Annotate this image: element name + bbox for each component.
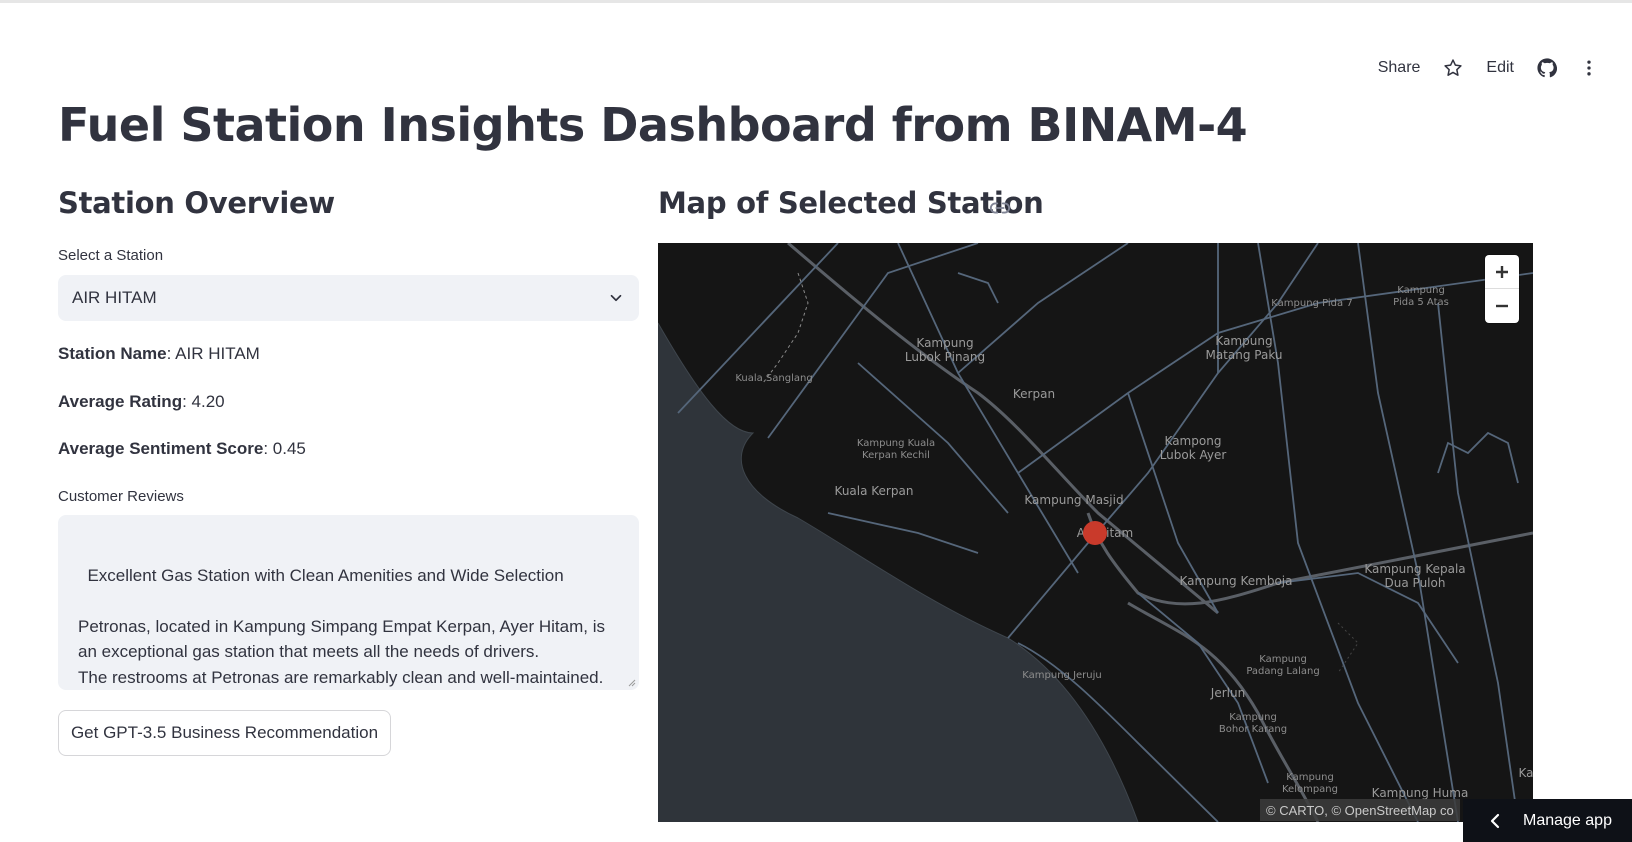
station-select-value: AIR HITAM	[72, 288, 157, 307]
map-label: Lubok Ayer	[1160, 448, 1227, 462]
map-label: Lubok Pinang	[905, 350, 985, 364]
average-sentiment-label: Average Sentiment Score	[58, 439, 264, 458]
more-vertical-icon[interactable]	[1574, 53, 1604, 83]
station-map[interactable]: Kampung Pida 7 Kampung Pida 5 Atas Kampu…	[658, 243, 1533, 822]
map-heading: Map of Selected Station	[658, 186, 1044, 220]
map-label: Kerpan Kechil	[862, 450, 930, 461]
map-label: Bohor Karang	[1219, 724, 1287, 735]
app-toolbar: Share Edit	[1366, 52, 1610, 84]
map-label: Ka	[1518, 766, 1533, 780]
map-label: Kampung	[1229, 712, 1277, 723]
map-label: Jerlun	[1210, 686, 1245, 700]
zoom-out-icon[interactable]	[1485, 289, 1519, 323]
average-sentiment-value: : 0.45	[263, 439, 306, 458]
average-sentiment-stat: Average Sentiment Score: 0.45	[58, 439, 306, 459]
map-label: Kampong	[1165, 434, 1222, 448]
resize-handle-icon[interactable]	[628, 679, 636, 687]
map-label: Kuala Sanglang	[735, 373, 812, 384]
zoom-controls	[1485, 255, 1519, 323]
map-label: Kampung Kepala	[1364, 562, 1465, 576]
map-label: Kampung	[1259, 654, 1307, 665]
map-label: Kuala Kerpan	[835, 484, 914, 498]
station-name-value: : AIR HITAM	[166, 344, 260, 363]
customer-reviews-label: Customer Reviews	[58, 488, 184, 505]
page-title: Fuel Station Insights Dashboard from BIN…	[58, 98, 1248, 152]
map-label: Pida 5 Atas	[1393, 297, 1449, 308]
customer-reviews-textarea[interactable]: Excellent Gas Station with Clean Ameniti…	[58, 515, 639, 690]
edit-button[interactable]: Edit	[1474, 59, 1526, 77]
link-icon[interactable]	[988, 197, 1012, 219]
map-label: Kelompang	[1282, 784, 1338, 795]
map-label: Matang Paku	[1205, 348, 1282, 362]
map-attribution[interactable]: © CARTO, © OpenStreetMap co	[1260, 799, 1460, 821]
chevron-down-icon	[607, 289, 625, 307]
station-name-label: Station Name	[58, 344, 167, 363]
average-rating-label: Average Rating	[58, 392, 183, 411]
map-label: Kampung Masjid	[1024, 493, 1123, 507]
gpt-recommendation-button[interactable]: Get GPT-3.5 Business Recommendation	[58, 710, 391, 756]
average-rating-stat: Average Rating: 4.20	[58, 392, 225, 412]
map-label: Padang Lalang	[1246, 666, 1319, 677]
map-label: Kampung Jeruju	[1022, 670, 1101, 681]
map-label: Kampung Kuala	[857, 438, 935, 449]
chevron-left-icon	[1489, 813, 1501, 829]
map-label: Kampung	[916, 336, 973, 350]
station-name-stat: Station Name: AIR HITAM	[58, 344, 260, 364]
top-border	[0, 0, 1632, 3]
map-label: Kerpan	[1013, 387, 1055, 401]
map-label: Kampung	[1215, 334, 1272, 348]
manage-app-button[interactable]: Manage app	[1463, 799, 1632, 842]
map-canvas: Kampung Pida 7 Kampung Pida 5 Atas Kampu…	[658, 243, 1533, 822]
star-icon[interactable]	[1438, 53, 1468, 83]
map-label: Kampung	[1286, 772, 1334, 783]
map-label: Kampung Pida 7	[1271, 298, 1352, 309]
customer-reviews-text: Excellent Gas Station with Clean Ameniti…	[78, 565, 605, 687]
station-select[interactable]: AIR HITAM	[58, 275, 639, 321]
manage-app-label: Manage app	[1523, 811, 1612, 829]
map-label: Kampung Kemboja	[1180, 574, 1293, 588]
station-marker[interactable]	[1083, 521, 1107, 545]
average-rating-value: : 4.20	[182, 392, 225, 411]
map-label: Dua Puloh	[1385, 576, 1446, 590]
zoom-in-icon[interactable]	[1485, 255, 1519, 289]
share-button[interactable]: Share	[1366, 59, 1433, 77]
map-label: Kampung Huma	[1372, 786, 1469, 800]
map-label: Kampung	[1397, 285, 1445, 296]
station-overview-heading: Station Overview	[58, 186, 335, 220]
select-station-label: Select a Station	[58, 247, 164, 264]
github-icon[interactable]	[1532, 53, 1562, 83]
